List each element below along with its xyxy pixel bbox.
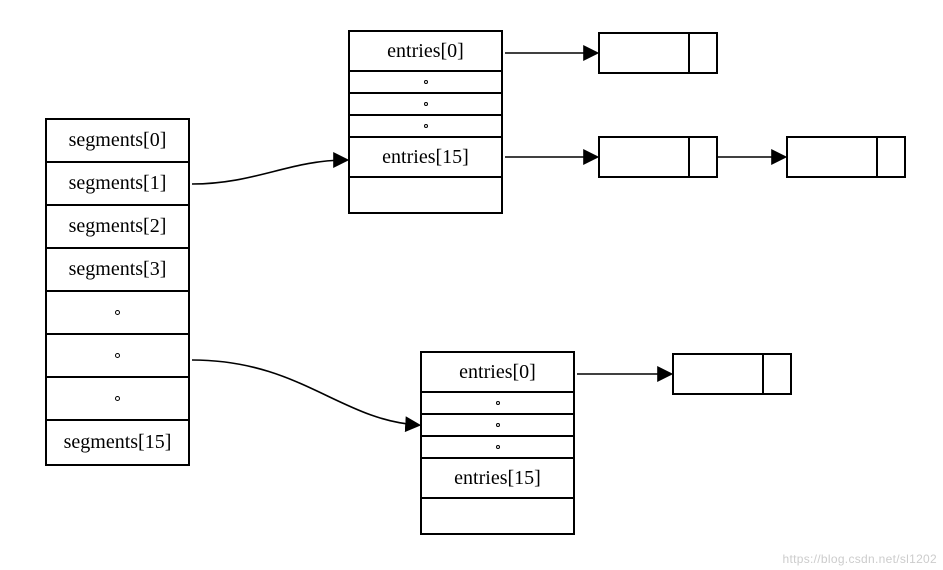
entry-row: entries[15] bbox=[422, 459, 573, 499]
entry-row-blank bbox=[350, 178, 501, 212]
linked-node bbox=[598, 32, 718, 74]
segment-row: segments[2] bbox=[47, 206, 188, 249]
segment-row: segments[1] bbox=[47, 163, 188, 206]
ellipsis-icon bbox=[350, 116, 501, 138]
linked-node bbox=[598, 136, 718, 178]
arrow-icon bbox=[192, 160, 346, 184]
ellipsis-icon bbox=[47, 378, 188, 421]
ellipsis-icon bbox=[47, 335, 188, 378]
node-next-pointer bbox=[690, 138, 716, 176]
watermark-text: https://blog.csdn.net/sl1202 bbox=[783, 552, 938, 566]
ellipsis-icon bbox=[350, 72, 501, 94]
linked-node bbox=[672, 353, 792, 395]
entry-row: entries[0] bbox=[422, 353, 573, 393]
segments-table: segments[0] segments[1] segments[2] segm… bbox=[45, 118, 190, 466]
linked-node bbox=[786, 136, 906, 178]
node-payload bbox=[600, 34, 690, 72]
entries-table-bottom: entries[0] entries[15] bbox=[420, 351, 575, 535]
entry-row-blank bbox=[422, 499, 573, 533]
segment-row: segments[15] bbox=[47, 421, 188, 464]
ellipsis-icon bbox=[47, 292, 188, 335]
node-next-pointer bbox=[878, 138, 904, 176]
ellipsis-icon bbox=[422, 437, 573, 459]
diagram-canvas: segments[0] segments[1] segments[2] segm… bbox=[0, 0, 943, 570]
node-next-pointer bbox=[690, 34, 716, 72]
node-next-pointer bbox=[764, 355, 790, 393]
node-payload bbox=[674, 355, 764, 393]
segment-row: segments[0] bbox=[47, 120, 188, 163]
ellipsis-icon bbox=[422, 415, 573, 437]
ellipsis-icon bbox=[350, 94, 501, 116]
entry-row: entries[0] bbox=[350, 32, 501, 72]
entries-table-top: entries[0] entries[15] bbox=[348, 30, 503, 214]
entry-row: entries[15] bbox=[350, 138, 501, 178]
node-payload bbox=[788, 138, 878, 176]
ellipsis-icon bbox=[422, 393, 573, 415]
segment-row: segments[3] bbox=[47, 249, 188, 292]
node-payload bbox=[600, 138, 690, 176]
arrow-icon bbox=[192, 360, 418, 425]
